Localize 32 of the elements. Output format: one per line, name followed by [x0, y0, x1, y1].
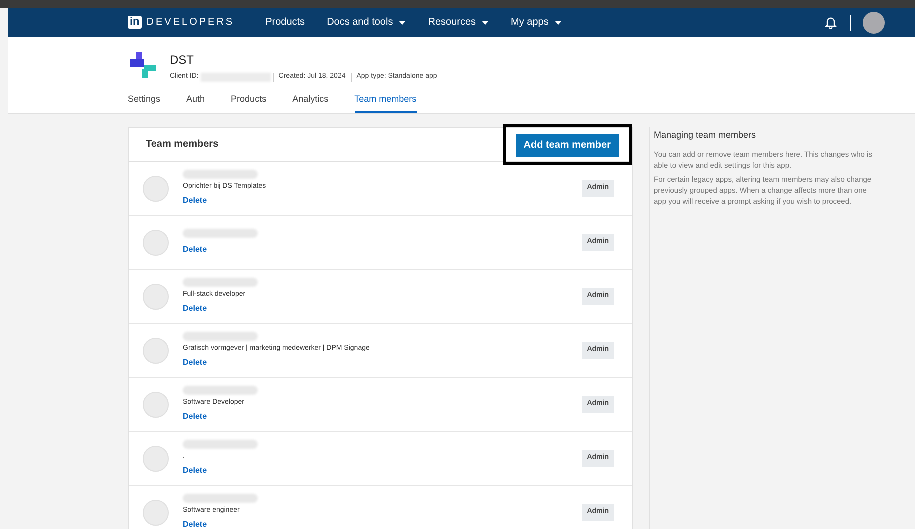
delete-link[interactable]: Delete	[183, 195, 582, 208]
logo-badge: in	[128, 16, 142, 29]
card-title: Team members	[146, 138, 219, 152]
member-avatar	[143, 338, 169, 364]
tab[interactable]: Settings	[128, 92, 161, 113]
delete-link[interactable]: Delete	[183, 519, 582, 529]
delete-link[interactable]: Delete	[183, 244, 582, 256]
nav-menu-item[interactable]: My apps	[511, 15, 562, 30]
add-team-member-button[interactable]: Add team member	[516, 134, 619, 157]
delete-link[interactable]: Delete	[183, 411, 582, 424]
tab[interactable]: Auth	[186, 92, 206, 113]
delete-link[interactable]: Delete	[183, 465, 582, 478]
avatar[interactable]	[863, 12, 885, 34]
member-avatar	[143, 392, 169, 418]
member-avatar	[143, 176, 169, 202]
app-name: DST	[170, 52, 195, 69]
delete-link[interactable]: Delete	[183, 303, 582, 316]
app-logo-icon	[128, 51, 158, 79]
nav-menu-item[interactable]: Products	[266, 15, 306, 30]
tab[interactable]: Team members	[354, 92, 417, 113]
tab[interactable]: Analytics	[292, 92, 329, 113]
bell-icon[interactable]	[824, 16, 838, 30]
brand-name: DEVELOPERS	[146, 16, 235, 30]
nav-menu-item[interactable]: Docs and tools	[327, 15, 406, 30]
tab[interactable]: Products	[231, 92, 267, 113]
info-title: Managing team members	[654, 129, 758, 142]
member-avatar	[143, 230, 169, 256]
nav-menu-item[interactable]: Resources	[428, 15, 490, 30]
delete-link[interactable]: Delete	[183, 357, 582, 370]
member-avatar	[143, 500, 169, 526]
member-avatar	[143, 284, 169, 310]
member-avatar	[143, 446, 169, 472]
